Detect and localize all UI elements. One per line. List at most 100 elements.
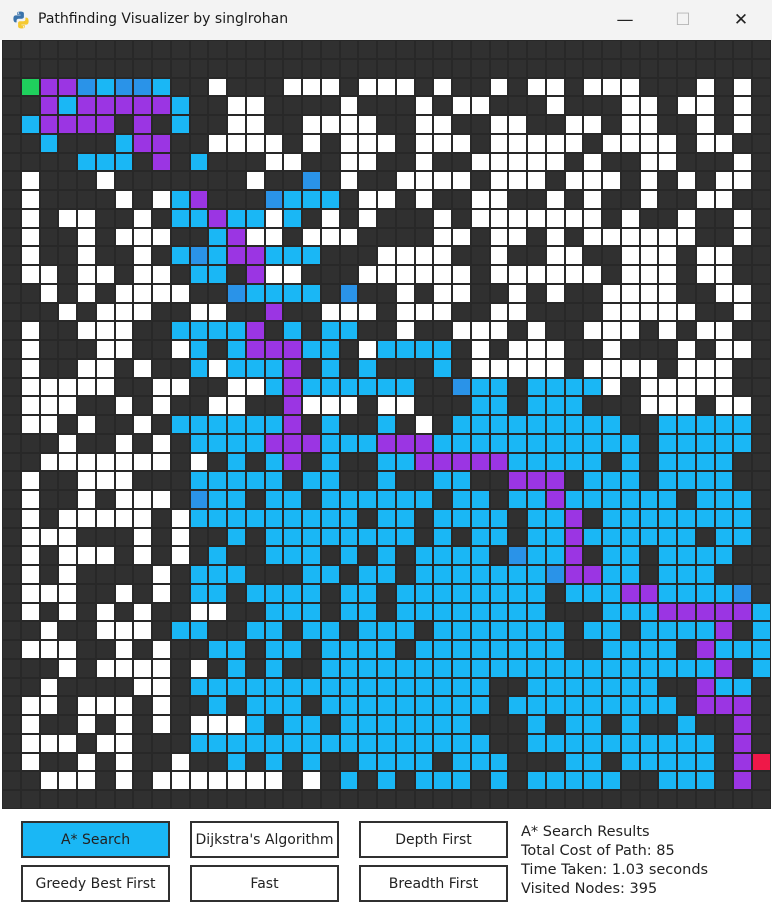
grid-cell-open[interactable] <box>114 471 134 490</box>
grid-cell-open[interactable] <box>320 77 340 97</box>
grid-cell-open[interactable] <box>39 377 59 397</box>
grid-cell-path[interactable] <box>714 696 734 715</box>
grid-cell-visited[interactable] <box>20 115 40 134</box>
grid-cell-visited[interactable] <box>733 527 752 547</box>
grid-cell-wall[interactable] <box>414 621 434 640</box>
grid-cell-wall[interactable] <box>677 283 696 303</box>
grid-cell-visited[interactable] <box>602 527 621 547</box>
grid-cell-wall[interactable] <box>620 58 640 78</box>
grid-cell-open[interactable] <box>152 640 171 659</box>
grid-cell-open[interactable] <box>39 677 59 697</box>
grid-cell-visited[interactable] <box>545 733 565 753</box>
grid-cell-open[interactable] <box>208 396 227 415</box>
grid-cell-wall[interactable] <box>264 565 284 584</box>
grid-cell-wall[interactable] <box>358 227 377 247</box>
grid-cell-visited[interactable] <box>208 246 227 265</box>
grid-cell-visited[interactable] <box>527 771 546 790</box>
grid-cell-visited[interactable] <box>602 677 621 697</box>
pathfinding-grid[interactable] <box>2 40 771 809</box>
grid-cell-wall[interactable] <box>264 115 284 134</box>
grid-cell-visited[interactable] <box>527 433 546 453</box>
grid-cell-visited[interactable] <box>227 433 246 453</box>
grid-cell-wall[interactable] <box>639 715 659 734</box>
grid-cell-visited[interactable] <box>414 658 434 678</box>
grid-cell-wall[interactable] <box>227 696 246 715</box>
grid-cell-open[interactable] <box>152 696 171 715</box>
grid-cell-wall[interactable] <box>320 246 340 265</box>
grid-cell-wall[interactable] <box>377 602 396 622</box>
grid-cell-wall[interactable] <box>452 115 471 134</box>
grid-cell-visited[interactable] <box>733 508 752 528</box>
grid-cell-wall[interactable] <box>508 677 527 697</box>
grid-cell-path[interactable] <box>58 115 77 134</box>
grid-cell-visited[interactable] <box>527 602 546 622</box>
grid-cell-wall[interactable] <box>470 58 490 78</box>
grid-cell-wall[interactable] <box>302 358 321 378</box>
grid-cell-wall[interactable] <box>752 227 771 247</box>
grid-cell-wall[interactable] <box>658 190 677 209</box>
dijkstra-button[interactable]: Dijkstra's Algorithm <box>190 821 339 858</box>
grid-cell-visited[interactable] <box>433 471 452 490</box>
grid-cell-wall[interactable] <box>564 471 584 490</box>
grid-cell-wall[interactable] <box>133 565 152 584</box>
grid-cell-open[interactable] <box>189 771 209 790</box>
grid-cell-path[interactable] <box>677 602 696 622</box>
grid-cell-visited[interactable] <box>545 771 565 790</box>
grid-cell-open[interactable] <box>452 283 471 303</box>
grid-cell-wall[interactable] <box>489 490 509 509</box>
grid-cell-visited[interactable] <box>433 508 452 528</box>
grid-cell-visited[interactable] <box>414 771 434 790</box>
grid-cell-visited[interactable] <box>283 283 302 303</box>
grid-cell-visited[interactable] <box>489 396 509 415</box>
grid-cell-wall[interactable] <box>95 527 115 547</box>
grid-cell-wall[interactable] <box>339 340 359 359</box>
grid-cell-visited[interactable] <box>527 733 546 753</box>
grid-cell-path[interactable] <box>733 696 752 715</box>
grid-cell-wall[interactable] <box>452 790 471 809</box>
grid-cell-wall[interactable] <box>39 752 59 772</box>
grid-cell-wall[interactable] <box>77 583 96 603</box>
grid-cell-visited[interactable] <box>545 396 565 415</box>
grid-cell-frontier[interactable] <box>264 190 284 209</box>
grid-cell-visited[interactable] <box>620 433 640 453</box>
grid-cell-path[interactable] <box>245 321 265 340</box>
grid-cell-visited[interactable] <box>377 471 396 490</box>
grid-cell-wall[interactable] <box>470 115 490 134</box>
grid-cell-open[interactable] <box>583 321 602 340</box>
grid-cell-wall[interactable] <box>752 546 771 565</box>
grid-cell-wall[interactable] <box>602 246 621 265</box>
grid-cell-visited[interactable] <box>489 433 509 453</box>
grid-cell-wall[interactable] <box>170 302 190 322</box>
grid-cell-wall[interactable] <box>620 415 640 434</box>
grid-cell-wall[interactable] <box>114 115 134 134</box>
grid-cell-wall[interactable] <box>752 190 771 209</box>
grid-cell-open[interactable] <box>320 302 340 322</box>
grid-cell-visited[interactable] <box>470 583 490 603</box>
grid-cell-visited[interactable] <box>189 677 209 697</box>
grid-cell-open[interactable] <box>377 265 396 284</box>
grid-cell-wall[interactable] <box>620 340 640 359</box>
grid-cell-wall[interactable] <box>714 115 734 134</box>
grid-cell-wall[interactable] <box>395 640 415 659</box>
grid-cell-wall[interactable] <box>602 752 621 772</box>
grid-cell-wall[interactable] <box>733 658 752 678</box>
grid-cell-open[interactable] <box>114 508 134 528</box>
grid-cell-open[interactable] <box>114 321 134 340</box>
grid-cell-visited[interactable] <box>227 415 246 434</box>
grid-cell-open[interactable] <box>58 602 77 622</box>
grid-cell-path[interactable] <box>283 415 302 434</box>
grid-cell-wall[interactable] <box>95 415 115 434</box>
grid-cell-wall[interactable] <box>339 190 359 209</box>
grid-cell-wall[interactable] <box>77 733 96 753</box>
grid-cell-visited[interactable] <box>545 415 565 434</box>
grid-cell-visited[interactable] <box>358 565 377 584</box>
grid-cell-wall[interactable] <box>245 58 265 78</box>
grid-cell-visited[interactable] <box>489 621 509 640</box>
grid-cell-wall[interactable] <box>283 752 302 772</box>
grid-cell-visited[interactable] <box>639 658 659 678</box>
grid-cell-wall[interactable] <box>395 96 415 115</box>
grid-cell-visited[interactable] <box>677 471 696 490</box>
grid-cell-visited[interactable] <box>283 715 302 734</box>
grid-cell-wall[interactable] <box>695 227 715 247</box>
grid-cell-wall[interactable] <box>452 396 471 415</box>
